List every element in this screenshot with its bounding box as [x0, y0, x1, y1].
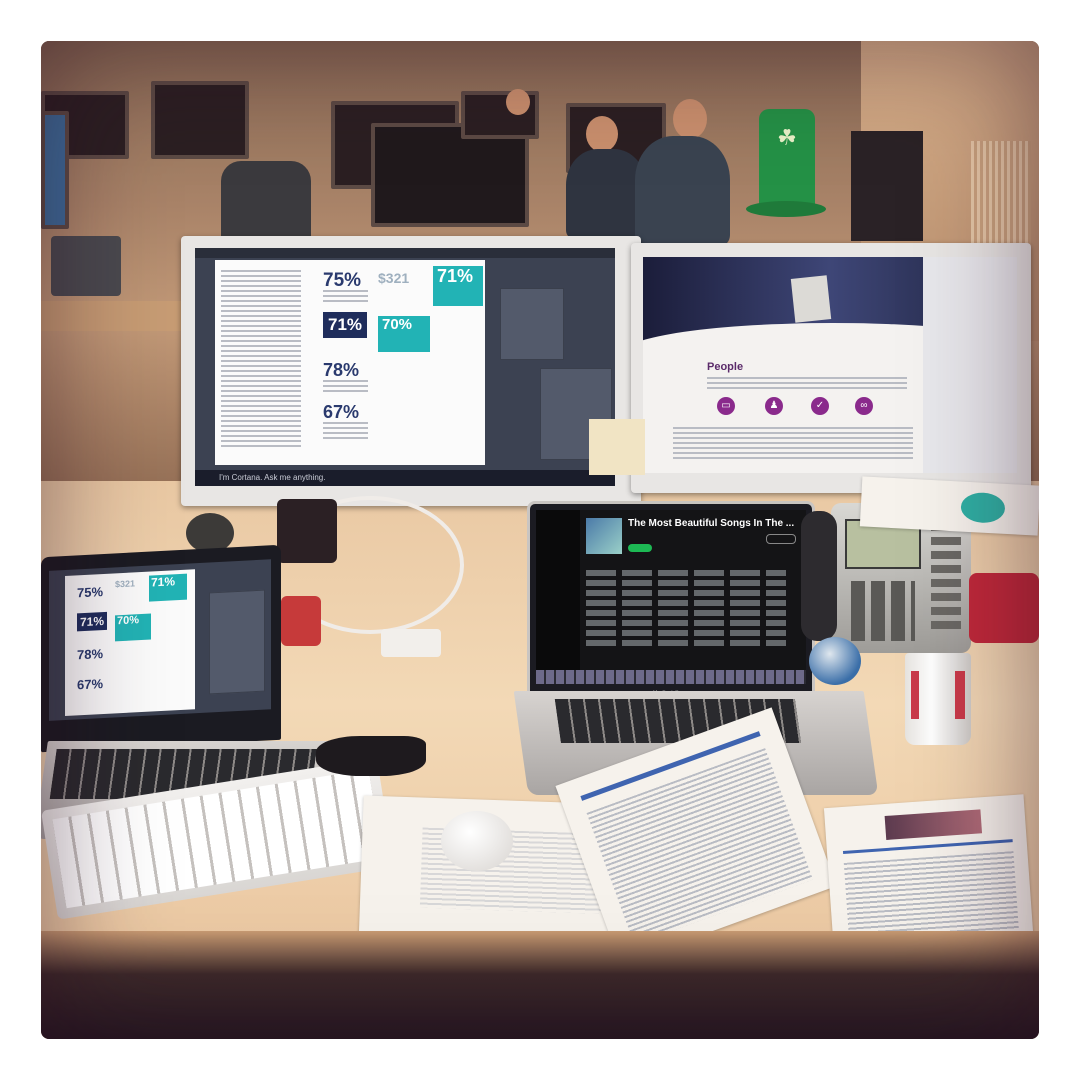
mug-stripe	[955, 671, 965, 719]
left-laptop-lid: 75% 71% 78% 67% $321 71% 70%	[41, 544, 281, 753]
wall-vent	[971, 141, 1031, 251]
background-cabinet	[851, 131, 923, 241]
desk-phone-background	[51, 236, 121, 296]
playlist-title: The Most Beautiful Songs In The ...	[628, 518, 795, 529]
body-text	[673, 427, 913, 461]
caption-text	[323, 422, 368, 442]
playlist-cover	[586, 518, 622, 554]
magazine-photo	[884, 809, 983, 840]
money-value: $321	[115, 578, 136, 590]
stat-value: 75%	[323, 270, 362, 291]
stat-value: 78%	[77, 646, 104, 663]
windows-taskbar: I'm Cortana. Ask me anything.	[195, 470, 615, 486]
leprechaun-hat	[759, 109, 815, 209]
dock[interactable]	[536, 670, 806, 684]
phone-line-buttons[interactable]	[931, 523, 961, 633]
charger	[381, 629, 441, 657]
app-menubar[interactable]	[195, 248, 615, 258]
background-monitor	[151, 81, 249, 159]
caption-text	[323, 380, 368, 394]
red-cup	[281, 596, 321, 646]
hero-tablet	[790, 275, 832, 323]
desk-edge	[41, 931, 1039, 1039]
left-monitor: 75% 71% 78% 67% $321 71% 70% I'm Cortana…	[181, 236, 641, 506]
coworker-head	[586, 116, 618, 152]
stat-value: 67%	[77, 676, 104, 693]
design-document: 75% 71% 78% 67% $321 71% 70%	[215, 260, 485, 465]
background-monitor	[41, 111, 69, 229]
track-row[interactable]	[586, 590, 786, 596]
coworker-head	[673, 99, 707, 139]
stat-highlight: 71%	[149, 573, 187, 602]
track-row[interactable]	[586, 610, 786, 616]
play-button[interactable]	[628, 544, 652, 552]
logo-stamp	[960, 491, 1006, 524]
monitor-stand	[277, 499, 337, 563]
follow-button[interactable]	[766, 534, 796, 544]
link-icon[interactable]: ∞	[855, 397, 873, 415]
stat-value: 78%	[323, 360, 360, 380]
stat-value: 71%	[77, 611, 107, 632]
headset	[316, 736, 426, 776]
spotify-sidebar[interactable]	[536, 510, 580, 684]
right-monitor-screen: People ▭ ♟ ✓ ∞	[643, 257, 1017, 473]
coworker	[635, 136, 730, 246]
stat-value: 67%	[323, 402, 360, 422]
track-row[interactable]	[586, 570, 786, 576]
stat-highlight: 70%	[378, 316, 430, 352]
check-icon[interactable]: ✓	[811, 397, 829, 415]
mug-stripe	[911, 671, 919, 719]
section-heading: People	[707, 361, 744, 373]
coworker-head	[506, 89, 530, 115]
paper-stack	[859, 476, 1039, 536]
shamrock-icon: ☘	[777, 125, 797, 150]
left-laptop-screen: 75% 71% 78% 67% $321 71% 70%	[49, 559, 271, 721]
coworker	[566, 149, 646, 239]
background-desk	[41, 301, 191, 331]
macbook-lid: The Most Beautiful Songs In The ... MacB…	[527, 501, 815, 703]
phone-keypad[interactable]	[851, 581, 915, 641]
stat-highlight: 70%	[115, 613, 151, 642]
track-row[interactable]	[586, 630, 786, 636]
devtools-panel[interactable]	[923, 257, 1017, 473]
red-box	[969, 573, 1039, 643]
tool-panel[interactable]	[500, 288, 564, 360]
layers-panel[interactable]	[209, 589, 265, 695]
left-monitor-screen: 75% 71% 78% 67% $321 71% 70% I'm Cortana…	[195, 248, 615, 486]
hat-brim	[746, 201, 826, 217]
desk-photo: ☘ 75% 71% 78% 67% $321 71% 70% I'm Corta…	[41, 41, 1039, 1039]
sticky-note	[589, 419, 645, 475]
track-row[interactable]	[586, 620, 786, 626]
body-text	[221, 270, 301, 450]
money-value: $321	[378, 270, 410, 286]
spotify-window: The Most Beautiful Songs In The ...	[536, 510, 806, 684]
cortana-search[interactable]: I'm Cortana. Ask me anything.	[219, 473, 325, 482]
stat-value: 71%	[323, 312, 367, 338]
phone-handset[interactable]	[801, 511, 837, 641]
stat-highlight: 71%	[433, 266, 483, 306]
track-row[interactable]	[586, 580, 786, 586]
right-monitor: People ▭ ♟ ✓ ∞	[631, 243, 1031, 493]
caption-text	[323, 290, 368, 304]
track-row[interactable]	[586, 600, 786, 606]
design-document: 75% 71% 78% 67% $321 71% 70%	[65, 569, 195, 717]
section-text	[707, 377, 907, 389]
track-row[interactable]	[586, 640, 786, 646]
stress-ball	[809, 637, 861, 685]
people-icon[interactable]: ♟	[765, 397, 783, 415]
coffee-mug	[905, 653, 971, 745]
monitor-icon[interactable]: ▭	[717, 397, 735, 415]
computer-mouse[interactable]	[441, 811, 513, 871]
stat-value: 75%	[77, 584, 104, 601]
magazine-rule	[842, 839, 1013, 855]
